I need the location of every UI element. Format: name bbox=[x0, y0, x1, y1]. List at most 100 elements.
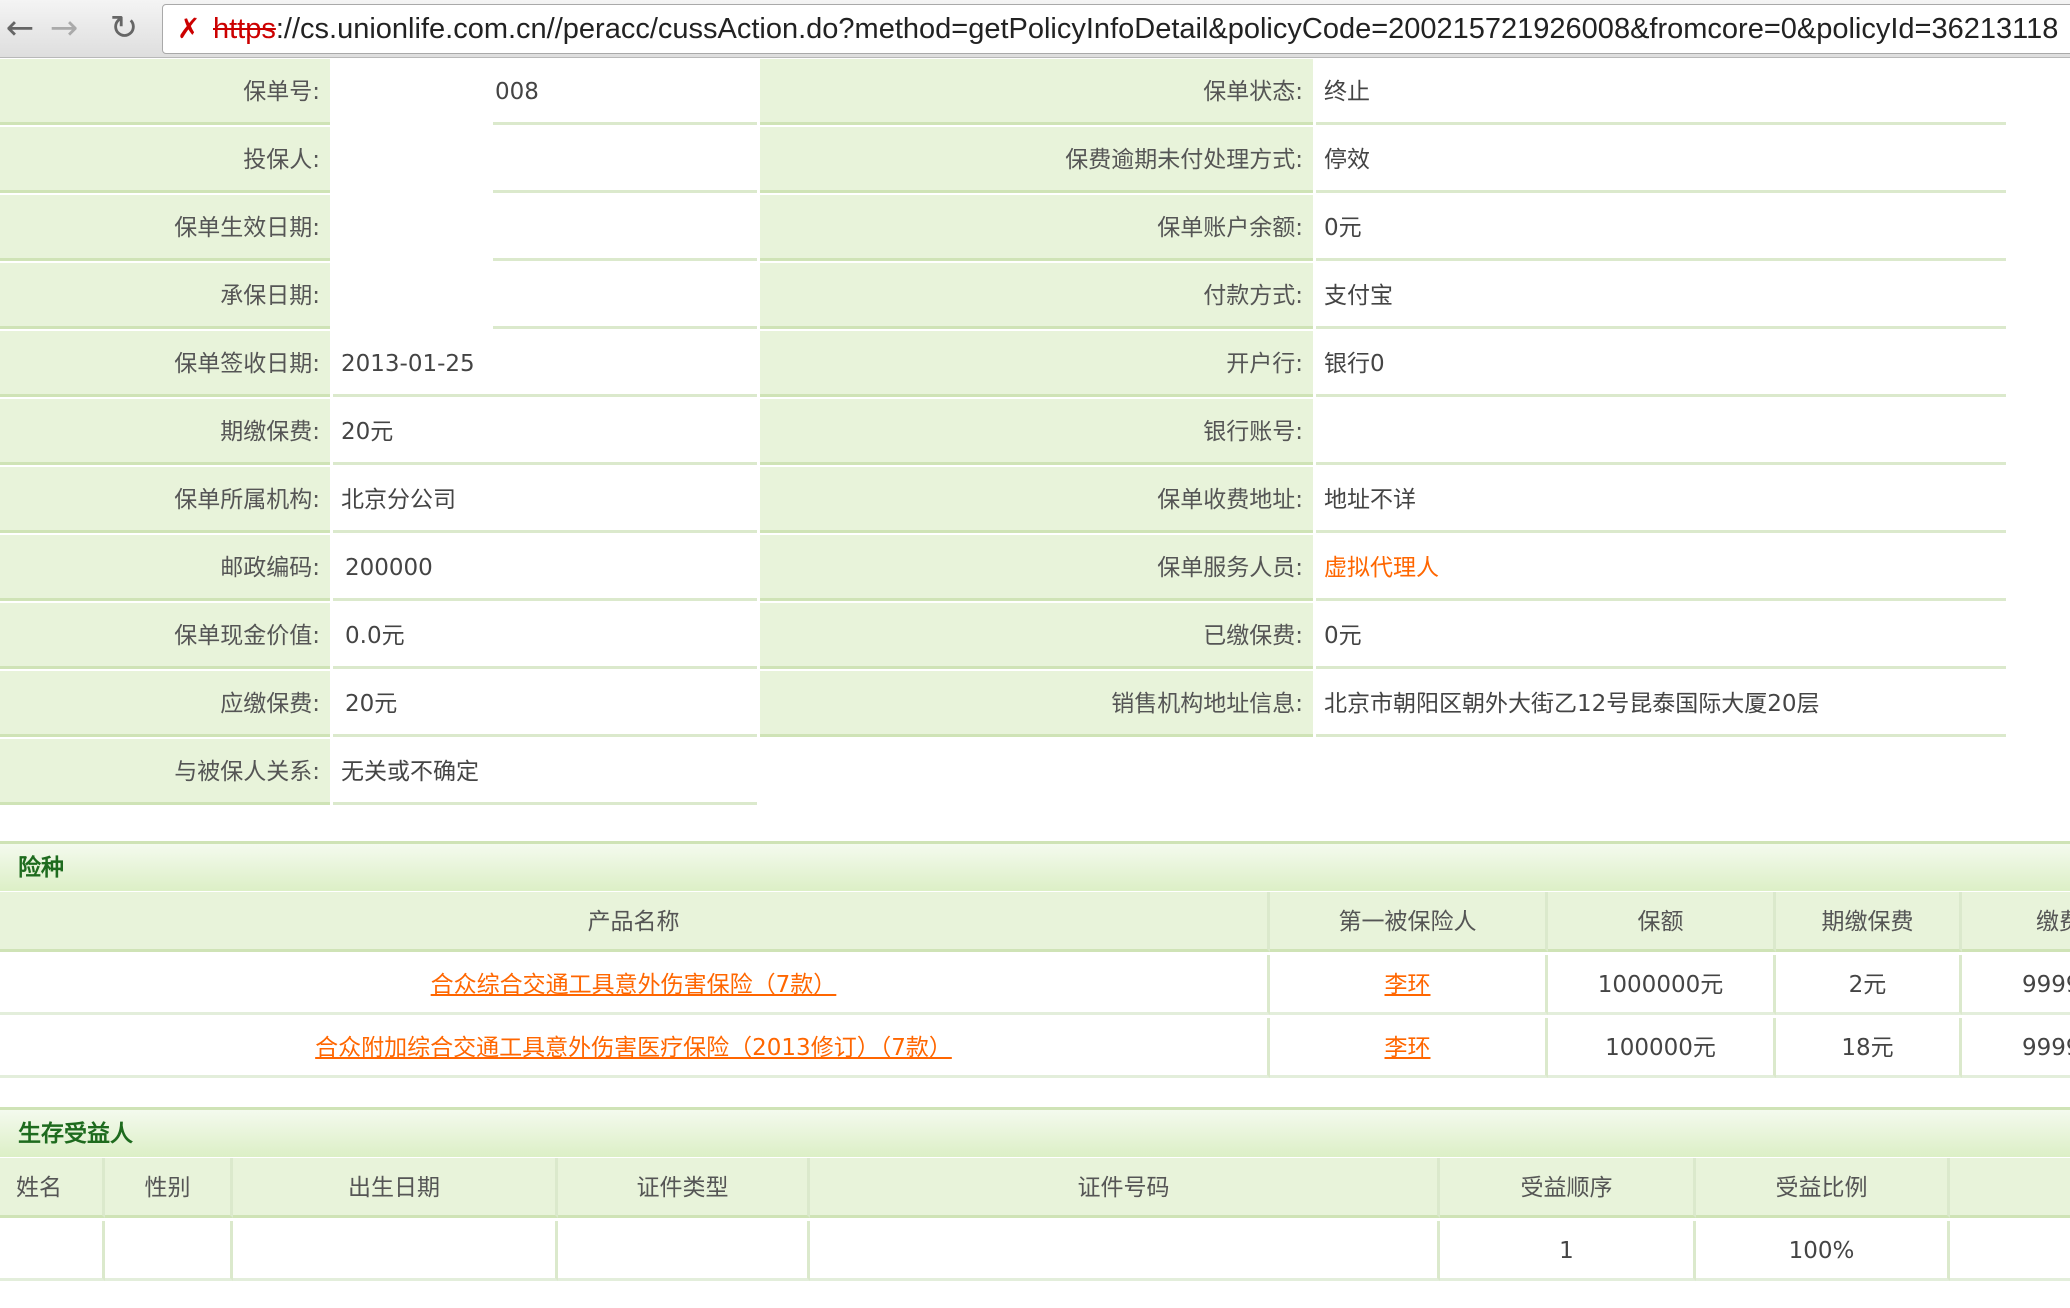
info-value: 终止 bbox=[1316, 59, 2006, 125]
col-premium: 期缴保费 bbox=[1776, 892, 1962, 952]
insured-cell: 李环 bbox=[1270, 955, 1548, 1015]
premium-cell: 2元 bbox=[1776, 955, 1962, 1015]
beneficiary-birth-cell bbox=[233, 1221, 558, 1281]
col-amount: 保额 bbox=[1548, 892, 1776, 952]
insecure-certificate-icon: ✗ bbox=[177, 12, 201, 45]
address-bar[interactable]: ✗ https://cs.unionlife.com.cn//peracc/cu… bbox=[162, 4, 2070, 54]
redaction-mask bbox=[333, 63, 493, 341]
info-value: 地址不详 bbox=[1316, 467, 2006, 533]
col-id-number: 证件号码 bbox=[810, 1158, 1440, 1218]
info-label: 保单现金价值: bbox=[0, 603, 330, 669]
info-value: 北京分公司 bbox=[333, 467, 757, 533]
page-content: 保单号: 008 保单状态: 终止 投保人: 保费逾期未付处理方式: 停效 保单… bbox=[0, 59, 2070, 1308]
info-row: 保单所属机构: 北京分公司 保单收费地址: 地址不详 bbox=[0, 467, 2070, 535]
insurance-table-header: 产品名称 第一被保险人 保额 期缴保费 缴费 bbox=[0, 892, 2070, 952]
info-label: 开户行: bbox=[760, 331, 1313, 397]
info-row: 保单签收日期: 2013-01-25 开户行: 银行0 bbox=[0, 331, 2070, 399]
col-order: 受益顺序 bbox=[1440, 1158, 1696, 1218]
info-label: 已缴保费: bbox=[760, 603, 1313, 669]
table-row: 合众综合交通工具意外伤害保险（7款） 李环 1000000元 2元 9999 bbox=[0, 955, 2070, 1015]
info-label: 应缴保费: bbox=[0, 671, 330, 737]
info-row: 投保人: 保费逾期未付处理方式: 停效 bbox=[0, 127, 2070, 195]
table-row: 1 100% bbox=[0, 1221, 2070, 1281]
col-name: 姓名 bbox=[0, 1158, 105, 1218]
info-value: 停效 bbox=[1316, 127, 2006, 193]
product-name-cell: 合众附加综合交通工具意外伤害医疗保险（2013修订）（7款） bbox=[0, 1018, 1270, 1078]
info-label: 投保人: bbox=[0, 127, 330, 193]
col-id-type: 证件类型 bbox=[558, 1158, 810, 1218]
info-row: 承保日期: 付款方式: 支付宝 bbox=[0, 263, 2070, 331]
col-gender: 性别 bbox=[105, 1158, 233, 1218]
info-row: 保单现金价值: 0.0元 已缴保费: 0元 bbox=[0, 603, 2070, 671]
beneficiary-gender-cell bbox=[105, 1221, 233, 1281]
info-row: 保单号: 008 保单状态: 终止 bbox=[0, 59, 2070, 127]
back-arrow-icon[interactable]: ← bbox=[0, 8, 40, 48]
col-product-name: 产品名称 bbox=[0, 892, 1270, 952]
info-value: 0元 bbox=[1316, 195, 2006, 261]
info-label: 付款方式: bbox=[760, 263, 1313, 329]
product-link[interactable]: 合众附加综合交通工具意外伤害医疗保险（2013修订）（7款） bbox=[315, 1035, 952, 1061]
insured-link[interactable]: 李环 bbox=[1385, 1035, 1431, 1061]
info-label: 承保日期: bbox=[0, 263, 330, 329]
info-value bbox=[1316, 739, 2006, 805]
amount-cell: 1000000元 bbox=[1548, 955, 1776, 1015]
premium-cell: 18元 bbox=[1776, 1018, 1962, 1078]
info-label: 保单账户余额: bbox=[760, 195, 1313, 261]
insured-link[interactable]: 李环 bbox=[1385, 972, 1431, 998]
beneficiary-id-number-cell bbox=[810, 1221, 1440, 1281]
info-label: 保单号: bbox=[0, 59, 330, 125]
info-label bbox=[760, 739, 1313, 805]
info-value: 0元 bbox=[1316, 603, 2006, 669]
beneficiary-table-header: 姓名 性别 出生日期 证件类型 证件号码 受益顺序 受益比例 bbox=[0, 1158, 2070, 1218]
insured-cell: 李环 bbox=[1270, 1018, 1548, 1078]
info-value: 支付宝 bbox=[1316, 263, 2006, 329]
info-label: 保单所属机构: bbox=[0, 467, 330, 533]
info-label: 期缴保费: bbox=[0, 399, 330, 465]
term-cell: 9999 bbox=[1962, 1018, 2070, 1078]
info-value: 200000 bbox=[333, 535, 757, 601]
info-row: 应缴保费: 20元 销售机构地址信息: 北京市朝阳区朝外大街乙12号昆泰国际大厦… bbox=[0, 671, 2070, 739]
insurance-section-title: 险种 bbox=[0, 841, 2070, 891]
info-label: 销售机构地址信息: bbox=[760, 671, 1313, 737]
service-agent-value: 虚拟代理人 bbox=[1316, 535, 2006, 601]
address-bar-url[interactable]: https://cs.unionlife.com.cn//peracc/cuss… bbox=[213, 11, 2058, 47]
beneficiary-order-cell: 1 bbox=[1440, 1221, 1696, 1281]
col-term: 缴费 bbox=[1962, 892, 2070, 952]
info-value: 20元 bbox=[333, 671, 757, 737]
row-filler bbox=[1950, 1221, 2070, 1281]
info-label: 保费逾期未付处理方式: bbox=[760, 127, 1313, 193]
info-label: 银行账号: bbox=[760, 399, 1313, 465]
table-row: 合众附加综合交通工具意外伤害医疗保险（2013修订）（7款） 李环 100000… bbox=[0, 1018, 2070, 1078]
info-value: 无关或不确定 bbox=[333, 739, 757, 805]
header-filler bbox=[1950, 1158, 2070, 1218]
info-row: 期缴保费: 20元 银行账号: bbox=[0, 399, 2070, 467]
browser-toolbar: ← → ↻ ✗ https://cs.unionlife.com.cn//per… bbox=[0, 0, 2070, 58]
info-value: 北京市朝阳区朝外大街乙12号昆泰国际大厦20层 bbox=[1316, 671, 2006, 737]
info-label: 保单服务人员: bbox=[760, 535, 1313, 601]
forward-arrow-icon[interactable]: → bbox=[44, 8, 84, 48]
info-value: 0.0元 bbox=[333, 603, 757, 669]
beneficiary-name-cell bbox=[0, 1221, 105, 1281]
url-path: ://cs.unionlife.com.cn//peracc/cussActio… bbox=[275, 13, 2059, 45]
info-label: 保单签收日期: bbox=[0, 331, 330, 397]
beneficiary-ratio-cell: 100% bbox=[1696, 1221, 1950, 1281]
beneficiary-id-type-cell bbox=[558, 1221, 810, 1281]
beneficiary-section-title: 生存受益人 bbox=[0, 1107, 2070, 1157]
info-label: 保单状态: bbox=[760, 59, 1313, 125]
info-label: 与被保人关系: bbox=[0, 739, 330, 805]
term-cell: 9999 bbox=[1962, 955, 2070, 1015]
product-link[interactable]: 合众综合交通工具意外伤害保险（7款） bbox=[431, 972, 837, 998]
info-value: 银行0 bbox=[1316, 331, 2006, 397]
info-label: 邮政编码: bbox=[0, 535, 330, 601]
info-label: 保单收费地址: bbox=[760, 467, 1313, 533]
product-name-cell: 合众综合交通工具意外伤害保险（7款） bbox=[0, 955, 1270, 1015]
col-first-insured: 第一被保险人 bbox=[1270, 892, 1548, 952]
info-row: 保单生效日期: 保单账户余额: 0元 bbox=[0, 195, 2070, 263]
info-value: 20元 bbox=[333, 399, 757, 465]
reload-icon[interactable]: ↻ bbox=[104, 8, 144, 48]
amount-cell: 100000元 bbox=[1548, 1018, 1776, 1078]
col-birth-date: 出生日期 bbox=[233, 1158, 558, 1218]
info-row: 邮政编码: 200000 保单服务人员: 虚拟代理人 bbox=[0, 535, 2070, 603]
info-row: 与被保人关系: 无关或不确定 bbox=[0, 739, 2070, 807]
info-value bbox=[1316, 399, 2006, 465]
